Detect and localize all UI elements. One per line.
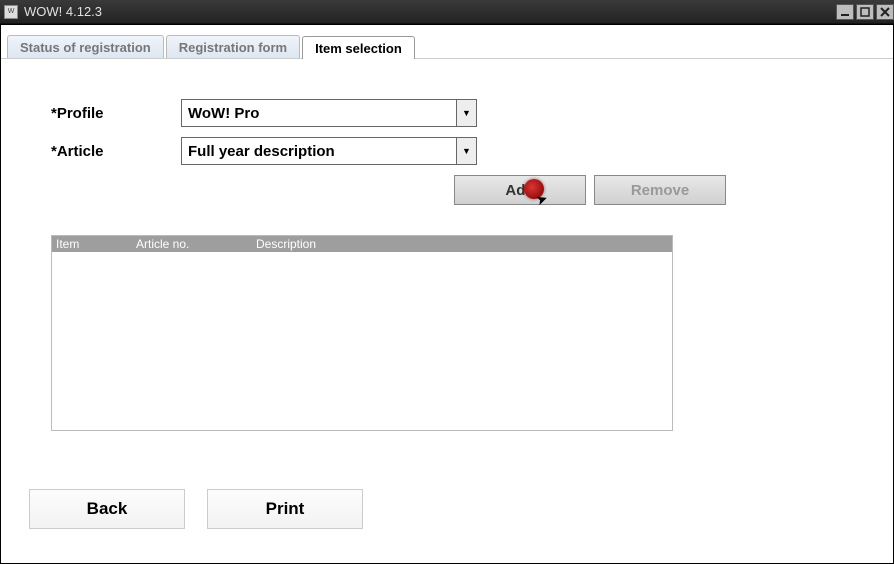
add-button[interactable]: Add xyxy=(454,175,586,205)
row-profile: *Profile WoW! Pro ▼ xyxy=(51,99,893,127)
items-table: Item Article no. Description xyxy=(51,235,673,431)
titlebar: W WOW! 4.12.3 xyxy=(0,0,894,24)
tab-item-selection[interactable]: Item selection xyxy=(302,36,415,59)
print-button[interactable]: Print xyxy=(207,489,363,529)
window-buttons xyxy=(834,4,894,20)
add-remove-row: Add Remove ➤ xyxy=(454,175,893,205)
minimize-button[interactable] xyxy=(836,4,854,20)
client-area: Status of registration Registration form… xyxy=(0,24,894,564)
article-combobox[interactable]: Full year description ▼ xyxy=(181,137,477,165)
tab-bar: Status of registration Registration form… xyxy=(1,35,893,59)
minimize-icon xyxy=(840,7,850,17)
items-table-header: Item Article no. Description xyxy=(52,236,672,252)
profile-dropdown-button[interactable]: ▼ xyxy=(456,100,476,126)
row-article: *Article Full year description ▼ xyxy=(51,137,893,165)
close-button[interactable] xyxy=(876,4,894,20)
form-area: *Profile WoW! Pro ▼ *Article Full year d… xyxy=(1,59,893,165)
profile-combobox[interactable]: WoW! Pro ▼ xyxy=(181,99,477,127)
article-dropdown-button[interactable]: ▼ xyxy=(456,138,476,164)
footer-buttons: Back Print xyxy=(29,489,893,529)
chevron-down-icon: ▼ xyxy=(462,146,471,156)
back-button[interactable]: Back xyxy=(29,489,185,529)
maximize-icon xyxy=(860,7,870,17)
profile-value: WoW! Pro xyxy=(182,105,456,122)
close-icon xyxy=(880,7,890,17)
tab-registration-form[interactable]: Registration form xyxy=(166,35,300,58)
remove-button[interactable]: Remove xyxy=(594,175,726,205)
maximize-button[interactable] xyxy=(856,4,874,20)
article-value: Full year description xyxy=(182,143,456,160)
profile-label: *Profile xyxy=(51,105,181,122)
col-header-item: Item xyxy=(52,237,134,251)
chevron-down-icon: ▼ xyxy=(462,108,471,118)
article-label: *Article xyxy=(51,143,181,160)
col-header-description: Description xyxy=(254,237,672,251)
window-title: WOW! 4.12.3 xyxy=(24,4,834,19)
tab-status-of-registration[interactable]: Status of registration xyxy=(7,35,164,58)
app-icon: W xyxy=(4,5,18,19)
col-header-article-no: Article no. xyxy=(134,237,254,251)
